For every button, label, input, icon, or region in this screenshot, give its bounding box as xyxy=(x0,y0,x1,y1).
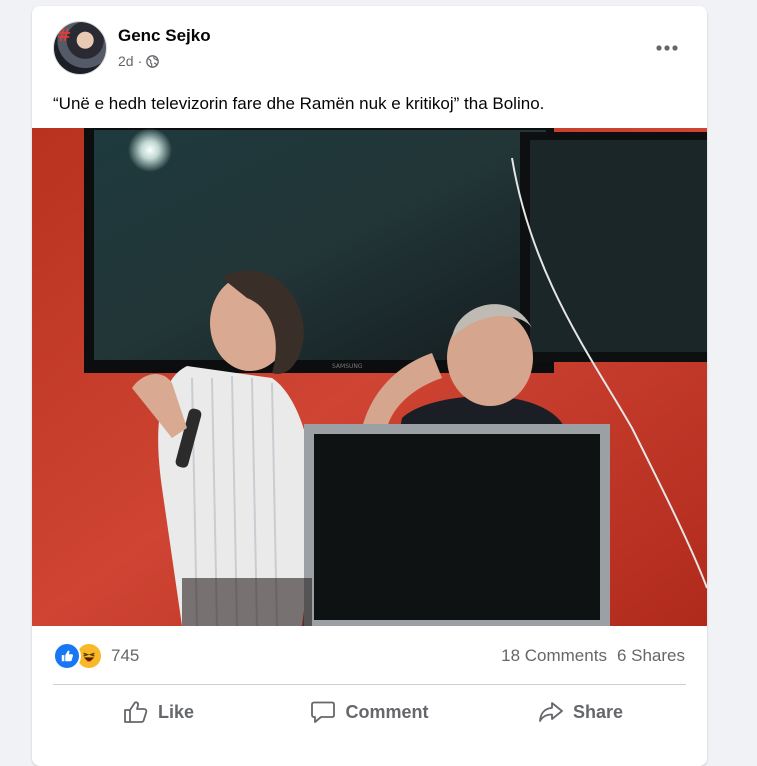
comment-icon xyxy=(311,701,336,723)
post-timestamp[interactable]: 2d xyxy=(118,53,134,69)
reactions-summary[interactable]: 745 xyxy=(53,642,139,670)
more-options-button[interactable] xyxy=(649,30,685,66)
thumbs-up-icon xyxy=(124,701,148,723)
photo-illustration: SAMSUNG xyxy=(32,128,707,626)
meta-separator: · xyxy=(137,53,143,69)
avatar[interactable]: # xyxy=(53,21,107,75)
shares-count[interactable]: 6 Shares xyxy=(617,646,685,666)
share-arrow-icon xyxy=(539,702,563,722)
more-options-icon xyxy=(656,45,678,51)
post-actions: Like Comment Share xyxy=(53,690,686,734)
divider xyxy=(53,684,686,685)
engagement-stats: 18 Comments 6 Shares xyxy=(501,646,685,666)
comments-count[interactable]: 18 Comments xyxy=(501,646,607,666)
post-caption: “Unë e hedh televizorin fare dhe Ramën n… xyxy=(53,94,545,113)
tv-brand-label: SAMSUNG xyxy=(332,363,363,370)
reaction-count: 745 xyxy=(111,646,140,665)
globe-icon[interactable] xyxy=(146,54,160,68)
post-photo[interactable]: SAMSUNG xyxy=(32,128,707,626)
author-name[interactable]: Genc Sejko xyxy=(118,26,211,46)
post-header: # Genc Sejko 2d · xyxy=(32,6,707,82)
like-button[interactable]: Like xyxy=(53,690,264,734)
share-button[interactable]: Share xyxy=(475,690,686,734)
share-label: Share xyxy=(572,701,624,722)
post-card: # Genc Sejko 2d · “Unë e hedh televizori… xyxy=(32,6,707,766)
like-reaction-icon xyxy=(53,642,81,670)
comment-button[interactable]: Comment xyxy=(264,690,475,734)
avatar-badge: # xyxy=(57,26,72,46)
post-meta: 2d · xyxy=(118,53,160,69)
like-label: Like xyxy=(157,701,195,722)
comment-label: Comment xyxy=(345,701,429,722)
